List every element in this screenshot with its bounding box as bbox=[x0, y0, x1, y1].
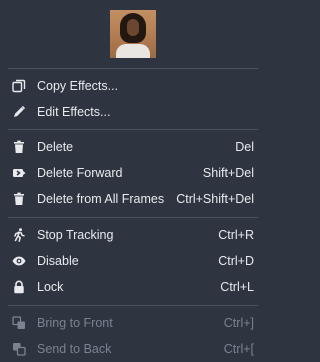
stop-tracking-item[interactable]: Stop Tracking Ctrl+R bbox=[0, 222, 266, 248]
trash-icon bbox=[12, 192, 26, 206]
delete-all-frames-label: Delete from All Frames bbox=[37, 192, 165, 206]
send-to-back-icon bbox=[12, 342, 26, 356]
copy-icon bbox=[12, 79, 26, 93]
bring-to-front-icon bbox=[12, 316, 26, 330]
lock-item[interactable]: Lock Ctrl+L bbox=[0, 274, 266, 300]
send-to-back-item: Send to Back Ctrl+[ bbox=[0, 336, 266, 362]
context-menu: Copy Effects... Edit Effects... Delete D… bbox=[0, 0, 266, 356]
lock-label: Lock bbox=[37, 280, 64, 294]
bring-to-front-item: Bring to Front Ctrl+] bbox=[0, 310, 266, 336]
send-to-back-shortcut: Ctrl+[ bbox=[223, 342, 254, 356]
stop-tracking-shortcut: Ctrl+R bbox=[218, 228, 254, 242]
lock-icon bbox=[12, 280, 26, 294]
send-to-back-label: Send to Back bbox=[37, 342, 112, 356]
stop-tracking-label: Stop Tracking bbox=[37, 228, 114, 242]
delete-item[interactable]: Delete Del bbox=[0, 134, 266, 160]
delete-shortcut: Del bbox=[235, 140, 254, 154]
trash-icon bbox=[12, 140, 26, 154]
edit-effects-label: Edit Effects... bbox=[37, 105, 111, 119]
eye-icon bbox=[12, 254, 26, 268]
delete-all-frames-shortcut: Ctrl+Shift+Del bbox=[176, 192, 254, 206]
delete-label: Delete bbox=[37, 140, 74, 154]
thumbnail-area bbox=[0, 0, 266, 68]
disable-shortcut: Ctrl+D bbox=[218, 254, 254, 268]
delete-all-frames-item[interactable]: Delete from All Frames Ctrl+Shift+Del bbox=[0, 186, 266, 212]
disable-item[interactable]: Disable Ctrl+D bbox=[0, 248, 266, 274]
bring-to-front-shortcut: Ctrl+] bbox=[223, 316, 254, 330]
disable-label: Disable bbox=[37, 254, 79, 268]
delete-forward-shortcut: Shift+Del bbox=[202, 166, 254, 180]
delete-forward-icon bbox=[12, 166, 26, 180]
copy-effects-label: Copy Effects... bbox=[37, 79, 119, 93]
pencil-icon bbox=[12, 105, 26, 119]
bring-to-front-label: Bring to Front bbox=[37, 316, 113, 330]
layer-thumbnail bbox=[110, 10, 156, 58]
delete-forward-label: Delete Forward bbox=[37, 166, 123, 180]
lock-shortcut: Ctrl+L bbox=[220, 280, 254, 294]
copy-effects-item[interactable]: Copy Effects... bbox=[0, 73, 266, 99]
edit-effects-item[interactable]: Edit Effects... bbox=[0, 99, 266, 125]
delete-forward-item[interactable]: Delete Forward Shift+Del bbox=[0, 160, 266, 186]
running-person-icon bbox=[12, 228, 26, 242]
